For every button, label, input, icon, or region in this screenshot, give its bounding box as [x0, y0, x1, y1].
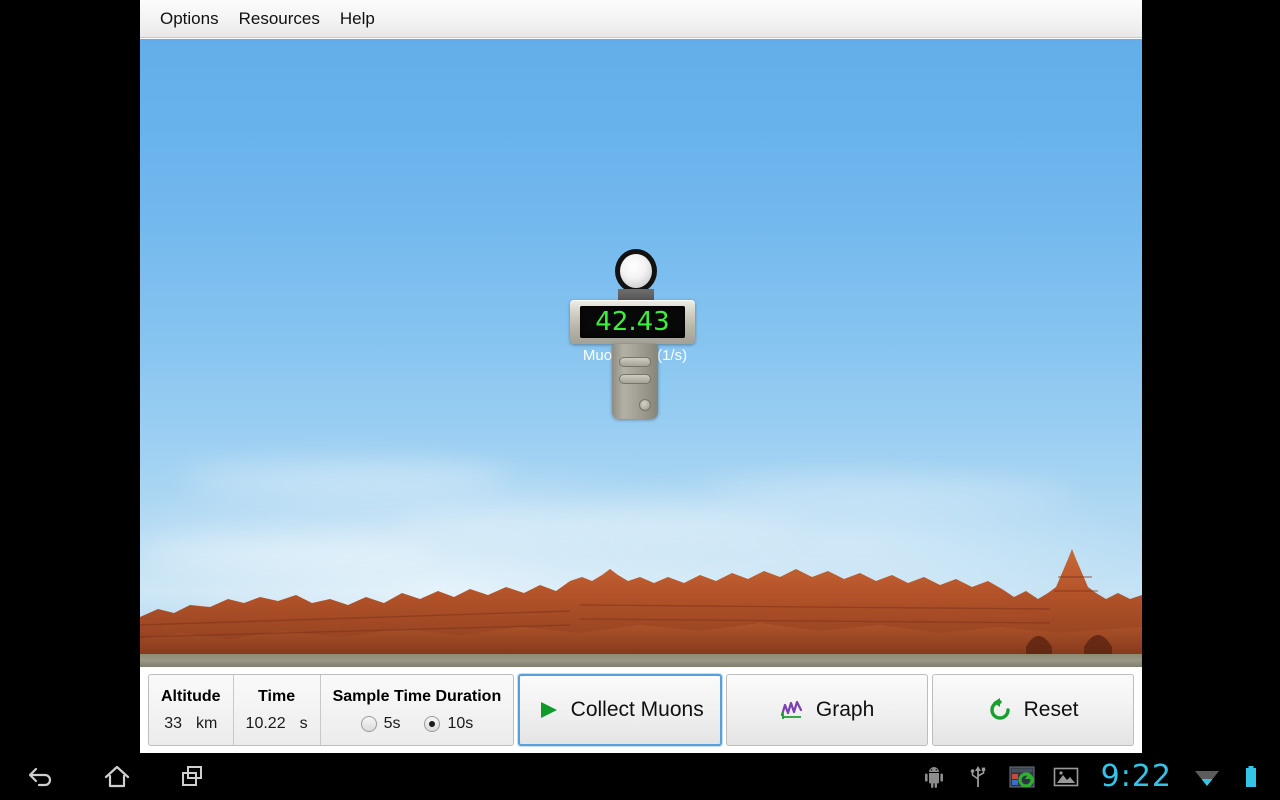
readout-panel: Altitude 33 km Time 10.22 s Sample Time … — [148, 674, 515, 746]
battery-icon[interactable] — [1238, 764, 1264, 790]
android-robot-icon[interactable] — [921, 764, 947, 790]
play-triangle-icon — [537, 699, 559, 721]
handle-switch-upper-icon — [619, 357, 651, 367]
back-icon[interactable] — [24, 760, 58, 794]
line-chart-icon — [780, 699, 804, 721]
led-display: 42.43 — [580, 306, 685, 338]
muon-flux-value: 42.43 — [595, 307, 670, 337]
cloud-wisp — [180, 459, 510, 495]
altitude-value: 33 — [164, 714, 182, 732]
meter-body: 42.43 — [570, 300, 695, 344]
cloud-wisp — [390, 509, 810, 539]
menu-bar: Options Resources Help — [140, 0, 1142, 38]
radio-button-5s-icon[interactable] — [360, 715, 377, 732]
app-window: Options Resources Help 42.43 Muon (1/s) … — [140, 0, 1142, 753]
wifi-icon[interactable] — [1194, 764, 1220, 790]
canyon-terrain — [140, 547, 1142, 667]
sensor-dome-icon — [615, 249, 657, 293]
muon-detector[interactable]: 42.43 Muon Flux (1/s) — [570, 249, 700, 434]
refresh-circular-arrow-icon — [988, 698, 1012, 722]
radio-option-5s[interactable]: 5s — [360, 714, 401, 733]
navigation-buttons — [0, 760, 210, 794]
detector-handle — [612, 344, 658, 419]
altitude-readout: Altitude 33 km — [149, 675, 234, 745]
graph-button[interactable]: Graph — [726, 674, 929, 746]
handle-switch-lower-icon — [619, 374, 651, 384]
radio-label-10s: 10s — [447, 714, 474, 732]
sample-duration-label: Sample Time Duration — [332, 687, 502, 705]
sample-duration-control: Sample Time Duration 5s 10s — [321, 675, 514, 745]
control-bar: Altitude 33 km Time 10.22 s Sample Time … — [140, 667, 1142, 753]
screenshot-app-icon[interactable] — [1009, 764, 1035, 790]
recents-icon[interactable] — [176, 760, 210, 794]
simulation-scene: 42.43 Muon Flux (1/s) — [140, 39, 1142, 667]
image-icon[interactable] — [1053, 764, 1079, 790]
menu-item-options[interactable]: Options — [150, 6, 229, 32]
time-value: 10.22 — [245, 714, 286, 732]
canyon-silhouette-icon — [140, 549, 1142, 667]
sample-duration-radio-group: 5s 10s — [360, 714, 473, 733]
ground-strip — [140, 654, 1142, 667]
usb-icon[interactable] — [965, 764, 991, 790]
android-system-bar: 9:22 — [0, 753, 1280, 800]
altitude-unit: km — [196, 714, 218, 732]
time-label: Time — [258, 687, 296, 705]
radio-option-10s[interactable]: 10s — [424, 715, 473, 733]
handle-dial-icon — [639, 399, 651, 411]
status-clock: 9:22 — [1100, 758, 1172, 794]
menu-item-help[interactable]: Help — [330, 6, 385, 32]
menu-item-resources[interactable]: Resources — [229, 6, 330, 32]
graph-label: Graph — [815, 698, 875, 721]
home-icon[interactable] — [100, 760, 134, 794]
time-readout: Time 10.22 s — [234, 675, 321, 745]
reset-button[interactable]: Reset — [932, 674, 1134, 746]
collect-muons-button[interactable]: Collect Muons — [518, 674, 723, 746]
cloud-wisp — [700, 479, 1080, 505]
reset-label: Reset — [1023, 698, 1079, 721]
altitude-values: 33 km — [164, 715, 217, 733]
radio-label-5s: 5s — [383, 714, 401, 732]
screen-root: Options Resources Help 42.43 Muon (1/s) … — [0, 0, 1280, 800]
collect-muons-label: Collect Muons — [570, 698, 704, 721]
status-icons: 9:22 — [921, 758, 1280, 794]
time-values: 10.22 s — [246, 715, 308, 733]
radio-button-10s-icon[interactable] — [424, 715, 441, 732]
altitude-label: Altitude — [161, 687, 221, 705]
time-unit: s — [299, 714, 308, 732]
